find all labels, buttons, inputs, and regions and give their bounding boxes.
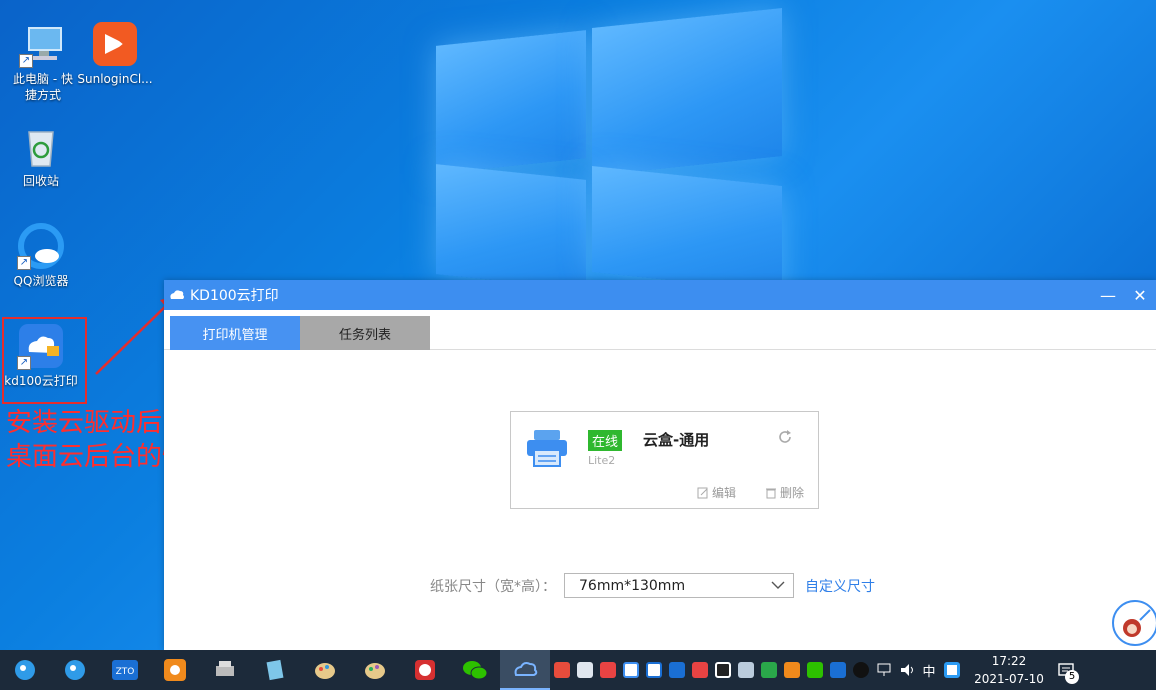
close-button[interactable]: ✕ [1124,286,1156,305]
wechat-icon [463,661,488,680]
refresh-icon[interactable] [777,429,793,445]
tray-security-shield-icon[interactable] [711,650,734,690]
tray-app-grey-icon[interactable] [734,650,757,690]
kd100-window: KD100云打印 — ✕ 打印机管理 任务列表 在线 云盒-通用 Lite2 编… [164,280,1156,650]
paper-size-select[interactable]: 76mm*130mm [564,573,794,598]
paper-size-label: 纸张尺寸（宽*高）： [430,578,556,595]
desktop-icon-qq-browser[interactable]: ↗ QQ浏览器 [2,222,80,289]
desktop-icon-recycle-bin[interactable]: 回收站 [2,122,80,189]
taskbar: ZTO 中 17:22 2021-07-10 5 [0,650,1156,690]
delete-button[interactable]: 删除 [765,484,804,501]
tab-printer-management[interactable]: 打印机管理 [170,316,300,350]
minimize-button[interactable]: — [1092,286,1124,305]
sunlogin-icon [91,20,139,68]
cloud-icon [170,290,184,299]
printer-name: 云盒-通用 [643,431,710,449]
taskbar-app-1[interactable] [0,650,50,690]
tray-shield-icon[interactable] [642,650,665,690]
paint-palette-icon [365,663,385,679]
assistant-avatar-icon[interactable] [1112,600,1156,646]
network-icon[interactable] [872,650,895,690]
zto-icon: ZTO [112,660,138,680]
bird-icon [65,660,85,680]
chevron-down-icon [771,581,785,589]
ime-indicator[interactable]: 中 [918,661,940,680]
tray-zto-icon[interactable] [826,650,849,690]
desktop-icon-this-pc[interactable]: ↗ 此电脑 - 快 捷方式 [4,20,82,103]
printer-model: Lite2 [588,454,616,467]
tray-app-orange-icon[interactable] [780,650,803,690]
wallpaper-windows-logo [436,0,786,292]
paint-palette-icon [315,663,335,679]
status-badge: 在线 [588,430,623,451]
notebook-icon [266,659,284,681]
flower-icon [164,659,186,681]
custom-size-link[interactable]: 自定义尺寸 [805,576,875,596]
printer-card[interactable]: 在线 云盒-通用 Lite2 编辑 删除 [510,411,819,509]
taskbar-clock[interactable]: 17:22 2021-07-10 [967,652,1051,688]
printer-icon [216,661,234,676]
edit-icon [697,487,708,498]
tray-cloud-icon[interactable] [619,650,642,690]
seal-icon [415,660,435,680]
taskbar-app-zto[interactable]: ZTO [100,650,150,690]
tab-bar: 打印机管理 任务列表 [164,310,1156,350]
tray-app-red2-icon[interactable] [688,650,711,690]
recycle-bin-icon [17,122,65,170]
taskbar-app-6[interactable] [250,650,300,690]
taskbar-app-7[interactable] [300,650,350,690]
bird-icon [15,660,35,680]
volume-icon[interactable] [895,650,918,690]
tray-app-green-icon[interactable] [757,650,780,690]
tray-wechat-icon[interactable] [803,650,826,690]
trash-icon [766,488,776,498]
tab-task-list[interactable]: 任务列表 [300,316,430,350]
taskbar-app-5[interactable] [200,650,250,690]
highlight-box [2,317,87,404]
tray-qq-browser-icon[interactable] [940,650,963,690]
svg-text:ZTO: ZTO [116,667,135,677]
edit-button[interactable]: 编辑 [697,484,736,501]
cloud-print-icon [514,662,538,676]
paper-size-row: 纸张尺寸（宽*高）： 76mm*130mm 自定义尺寸 [430,573,875,598]
qq-browser-icon: ↗ [17,222,65,270]
taskbar-app-2[interactable] [50,650,100,690]
tray-printer-icon[interactable] [573,650,596,690]
system-tray: 中 [550,650,963,690]
tray-app-red-icon[interactable] [596,650,619,690]
computer-icon: ↗ [19,20,67,68]
taskbar-app-9[interactable] [400,650,450,690]
tray-app-blue-icon[interactable] [665,650,688,690]
notification-center-icon[interactable]: 5 [1051,650,1081,690]
window-title: KD100云打印 [190,288,279,304]
taskbar-app-4[interactable] [150,650,200,690]
taskbar-app-kd100[interactable] [500,650,550,690]
taskbar-app-wechat[interactable] [450,650,500,690]
printer-icon [527,430,567,467]
title-bar: KD100云打印 — ✕ [164,280,1156,310]
taskbar-app-8[interactable] [350,650,400,690]
desktop-icon-sunlogin[interactable]: SunloginCl... [76,20,154,87]
notification-count-badge: 5 [1065,670,1079,684]
tray-qq-icon[interactable] [849,650,872,690]
tray-printer-red-icon[interactable] [550,650,573,690]
